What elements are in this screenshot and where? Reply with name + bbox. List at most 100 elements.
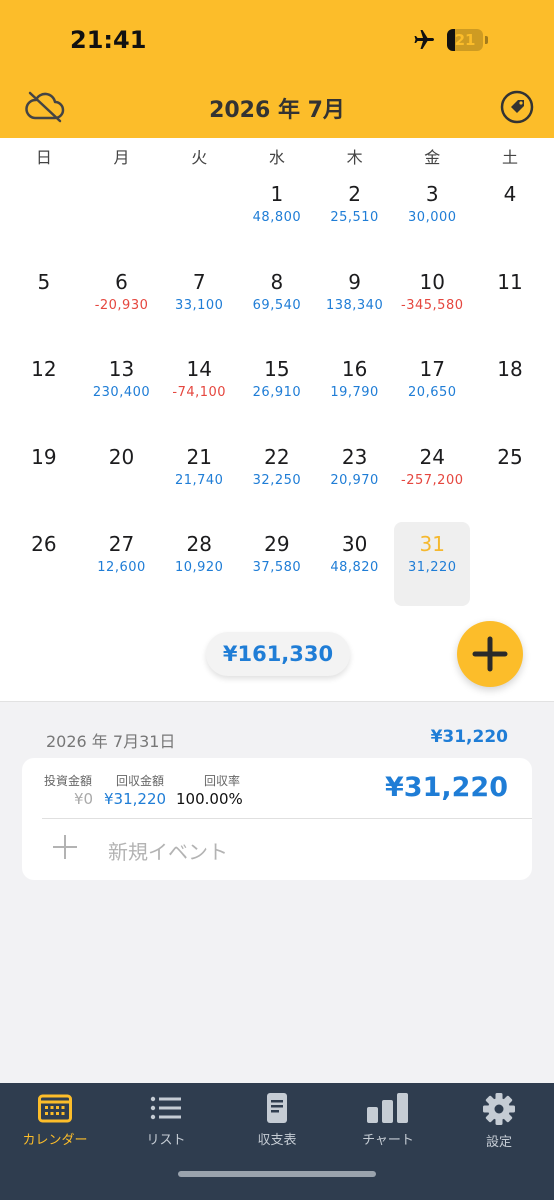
day-number: 21 [186, 444, 212, 469]
day-number: 4 [503, 182, 517, 206]
day-number: 5 [37, 269, 51, 294]
new-event-plus-icon[interactable] [52, 834, 78, 860]
tab-list[interactable]: リスト [111, 1093, 221, 1148]
calendar-day-12[interactable]: 12 [5, 347, 83, 435]
day-number: 17 [419, 357, 445, 381]
weekday-wed: 水 [268, 148, 285, 167]
bar-chart-icon [367, 1093, 408, 1123]
invest-label: 投資金額 [44, 774, 93, 788]
day-amount: -20,930 [94, 297, 149, 313]
calendar-day-1[interactable]: 1 48,800 [238, 172, 316, 260]
calendar-view: 日 月 火 水 木 金 土 1 48,800 2 25,510 3 30,000 4 5 6 -2… [0, 138, 554, 701]
calendar-empty-cell [471, 522, 549, 610]
day-summary-card[interactable]: 投資金額 ¥0 回収金額 ¥31,220 回収率 100.00% ¥31,220… [22, 758, 532, 880]
tab-calendar[interactable]: カレンダー [0, 1093, 110, 1148]
calendar-day-14[interactable]: 14 -74,100 [160, 347, 238, 435]
day-number: 30 [341, 532, 368, 556]
month-total-badge[interactable]: ¥161,330 [206, 632, 350, 676]
calendar-day-18[interactable]: 18 [471, 347, 549, 435]
calendar-day-20[interactable]: 20 [83, 435, 161, 523]
calendar-day-17[interactable]: 17 20,650 [393, 347, 471, 435]
day-number: 26 [31, 532, 57, 556]
plus-icon [472, 636, 508, 672]
tag-button[interactable] [500, 90, 534, 124]
calendar-day-13[interactable]: 13 230,400 [83, 347, 161, 435]
day-number: 25 [497, 444, 523, 469]
day-amount: 138,340 [325, 297, 384, 313]
calendar-day-7[interactable]: 7 33,100 [160, 260, 238, 348]
day-number: 18 [497, 357, 523, 381]
day-number: 1 [270, 182, 284, 206]
tab-settings[interactable]: 設定 [444, 1093, 554, 1150]
calendar-day-8[interactable]: 8 69,540 [238, 260, 316, 348]
calendar-day-25[interactable]: 25 [471, 435, 549, 523]
day-amount: 48,820 [330, 560, 379, 575]
tab-balance-sheet[interactable]: 収支表 [222, 1093, 332, 1148]
day-number: 12 [31, 357, 57, 381]
calendar-day-23[interactable]: 23 20,970 [316, 435, 394, 523]
return-value: ¥31,220 [104, 790, 167, 808]
calendar-day-4[interactable]: 4 [471, 172, 549, 260]
card-divider [42, 818, 532, 819]
calendar-day-16[interactable]: 16 19,790 [316, 347, 394, 435]
calendar-day-5[interactable]: 5 [5, 260, 83, 348]
calendar-day-21[interactable]: 21 21,740 [160, 435, 238, 523]
selected-date: 2026 年 7月31日 [46, 732, 176, 751]
plus-icon [53, 835, 77, 859]
tab-chart[interactable]: チャート [333, 1093, 443, 1148]
status-time: 21:41 [70, 26, 147, 54]
calendar-day-22[interactable]: 22 32,250 [238, 435, 316, 523]
day-number: 3 [425, 182, 439, 206]
calendar-day-10[interactable]: 10 -345,580 [393, 260, 471, 348]
day-number: 8 [270, 269, 284, 294]
day-number: 24 [419, 444, 445, 469]
calendar-day-3[interactable]: 3 30,000 [393, 172, 471, 260]
calendar-day-28[interactable]: 28 10,920 [160, 522, 238, 610]
day-number: 2 [348, 182, 361, 206]
day-amount: 26,910 [252, 385, 302, 400]
calendar-grid: 1 48,800 2 25,510 3 30,000 4 5 6 -20,930 7 33,100 8 6… [5, 172, 549, 610]
day-number [471, 522, 549, 560]
calendar-day-26[interactable]: 26 [5, 522, 83, 610]
calendar-day-2[interactable]: 2 25,510 [316, 172, 394, 260]
day-amount: -257,200 [401, 472, 464, 488]
day-number: 7 [192, 269, 206, 294]
day-amount: 20,970 [330, 472, 379, 488]
month-title[interactable]: 2026 年 7月 [0, 92, 554, 124]
calendar-day-15[interactable]: 15 26,910 [238, 347, 316, 435]
day-number: 20 [108, 444, 135, 469]
day-number: 15 [264, 357, 290, 381]
new-event-button[interactable]: 新規イベント [108, 836, 228, 865]
day-amount: 69,540 [252, 297, 302, 313]
tag-icon [500, 90, 534, 124]
status-indicators: 21 [411, 28, 488, 52]
day-number: 29 [264, 532, 290, 556]
calendar-day-24[interactable]: 24 -257,200 [393, 435, 471, 523]
calendar-empty-cell [5, 172, 83, 260]
tab-settings-label: 設定 [485, 1135, 512, 1150]
calendar-day-11[interactable]: 11 [471, 260, 549, 348]
day-number: 19 [31, 444, 57, 469]
tab-balance-sheet-label: 収支表 [257, 1133, 297, 1148]
calendar-icon [38, 1094, 72, 1123]
day-number: 31 [419, 532, 445, 556]
calendar-day-29[interactable]: 29 37,580 [238, 522, 316, 610]
gear-icon [483, 1093, 515, 1125]
day-number: 28 [186, 532, 212, 556]
calendar-day-27[interactable]: 27 12,600 [83, 522, 161, 610]
calendar-day-31[interactable]: 31 31,220 [393, 522, 471, 610]
invest-value: ¥0 [74, 790, 94, 808]
add-event-button[interactable] [457, 621, 523, 687]
day-amount: 25,510 [330, 210, 379, 225]
day-amount: 31,220 [408, 560, 457, 575]
calendar-day-30[interactable]: 30 48,820 [316, 522, 394, 610]
calendar-empty-cell [83, 172, 161, 260]
calendar-day-9[interactable]: 9 138,340 [316, 260, 394, 348]
selected-day-total: ¥31,220 [430, 727, 508, 747]
tab-calendar-label: カレンダー [22, 1133, 88, 1148]
day-amount: -74,100 [172, 385, 227, 400]
day-number: 14 [186, 357, 212, 381]
calendar-day-19[interactable]: 19 [5, 435, 83, 523]
calendar-day-6[interactable]: 6 -20,930 [83, 260, 161, 348]
battery-level: 21 [454, 31, 476, 49]
